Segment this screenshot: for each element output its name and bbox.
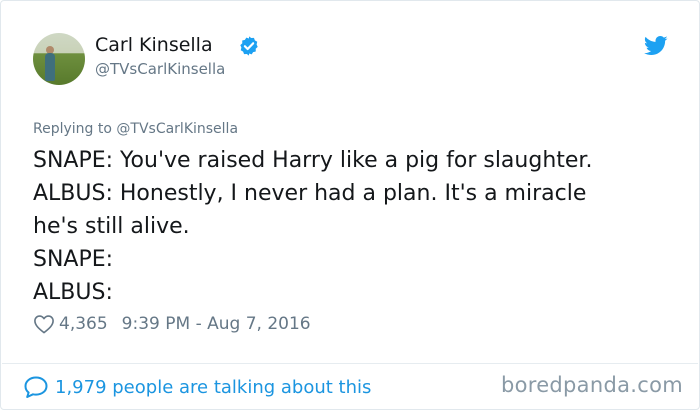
tweet-card: Carl Kinsella @TVsCarlKinsella Replying … bbox=[0, 0, 700, 410]
footer-divider bbox=[2, 363, 698, 364]
tweet-line: SNAPE: bbox=[33, 247, 114, 272]
tweet-line: SNAPE: You've raised Harry like a pig fo… bbox=[33, 148, 593, 173]
replying-handle-link[interactable]: @TVsCarlKinsella bbox=[116, 121, 238, 137]
replying-prefix: Replying to bbox=[33, 121, 117, 137]
heart-icon[interactable] bbox=[33, 314, 55, 334]
twitter-bird-icon[interactable] bbox=[644, 36, 668, 56]
author-name[interactable]: Carl Kinsella bbox=[95, 34, 213, 56]
tweet-line: ALBUS: Honestly, I never had a plan. It'… bbox=[33, 181, 587, 206]
like-count[interactable]: 4,365 bbox=[59, 314, 108, 334]
speech-bubble-icon bbox=[24, 376, 48, 398]
tweet-text: SNAPE: You've raised Harry like a pig fo… bbox=[33, 144, 673, 309]
avatar[interactable] bbox=[33, 33, 85, 85]
watermark: boredpanda.com bbox=[500, 373, 683, 397]
tweet-line: ALBUS: bbox=[33, 280, 113, 305]
author-handle[interactable]: @TVsCarlKinsella bbox=[95, 60, 225, 78]
replying-to: Replying to @TVsCarlKinsella bbox=[33, 121, 238, 137]
timestamp[interactable]: 9:39 PM - Aug 7, 2016 bbox=[122, 314, 311, 334]
tweet-meta: 4,365 9:39 PM - Aug 7, 2016 bbox=[33, 313, 311, 335]
verified-badge-icon bbox=[240, 36, 258, 56]
avatar-figure bbox=[45, 53, 55, 81]
conversation-link[interactable]: 1,979 people are talking about this bbox=[23, 374, 371, 400]
conversation-text: 1,979 people are talking about this bbox=[55, 376, 372, 398]
tweet-line: he's still alive. bbox=[33, 214, 190, 239]
